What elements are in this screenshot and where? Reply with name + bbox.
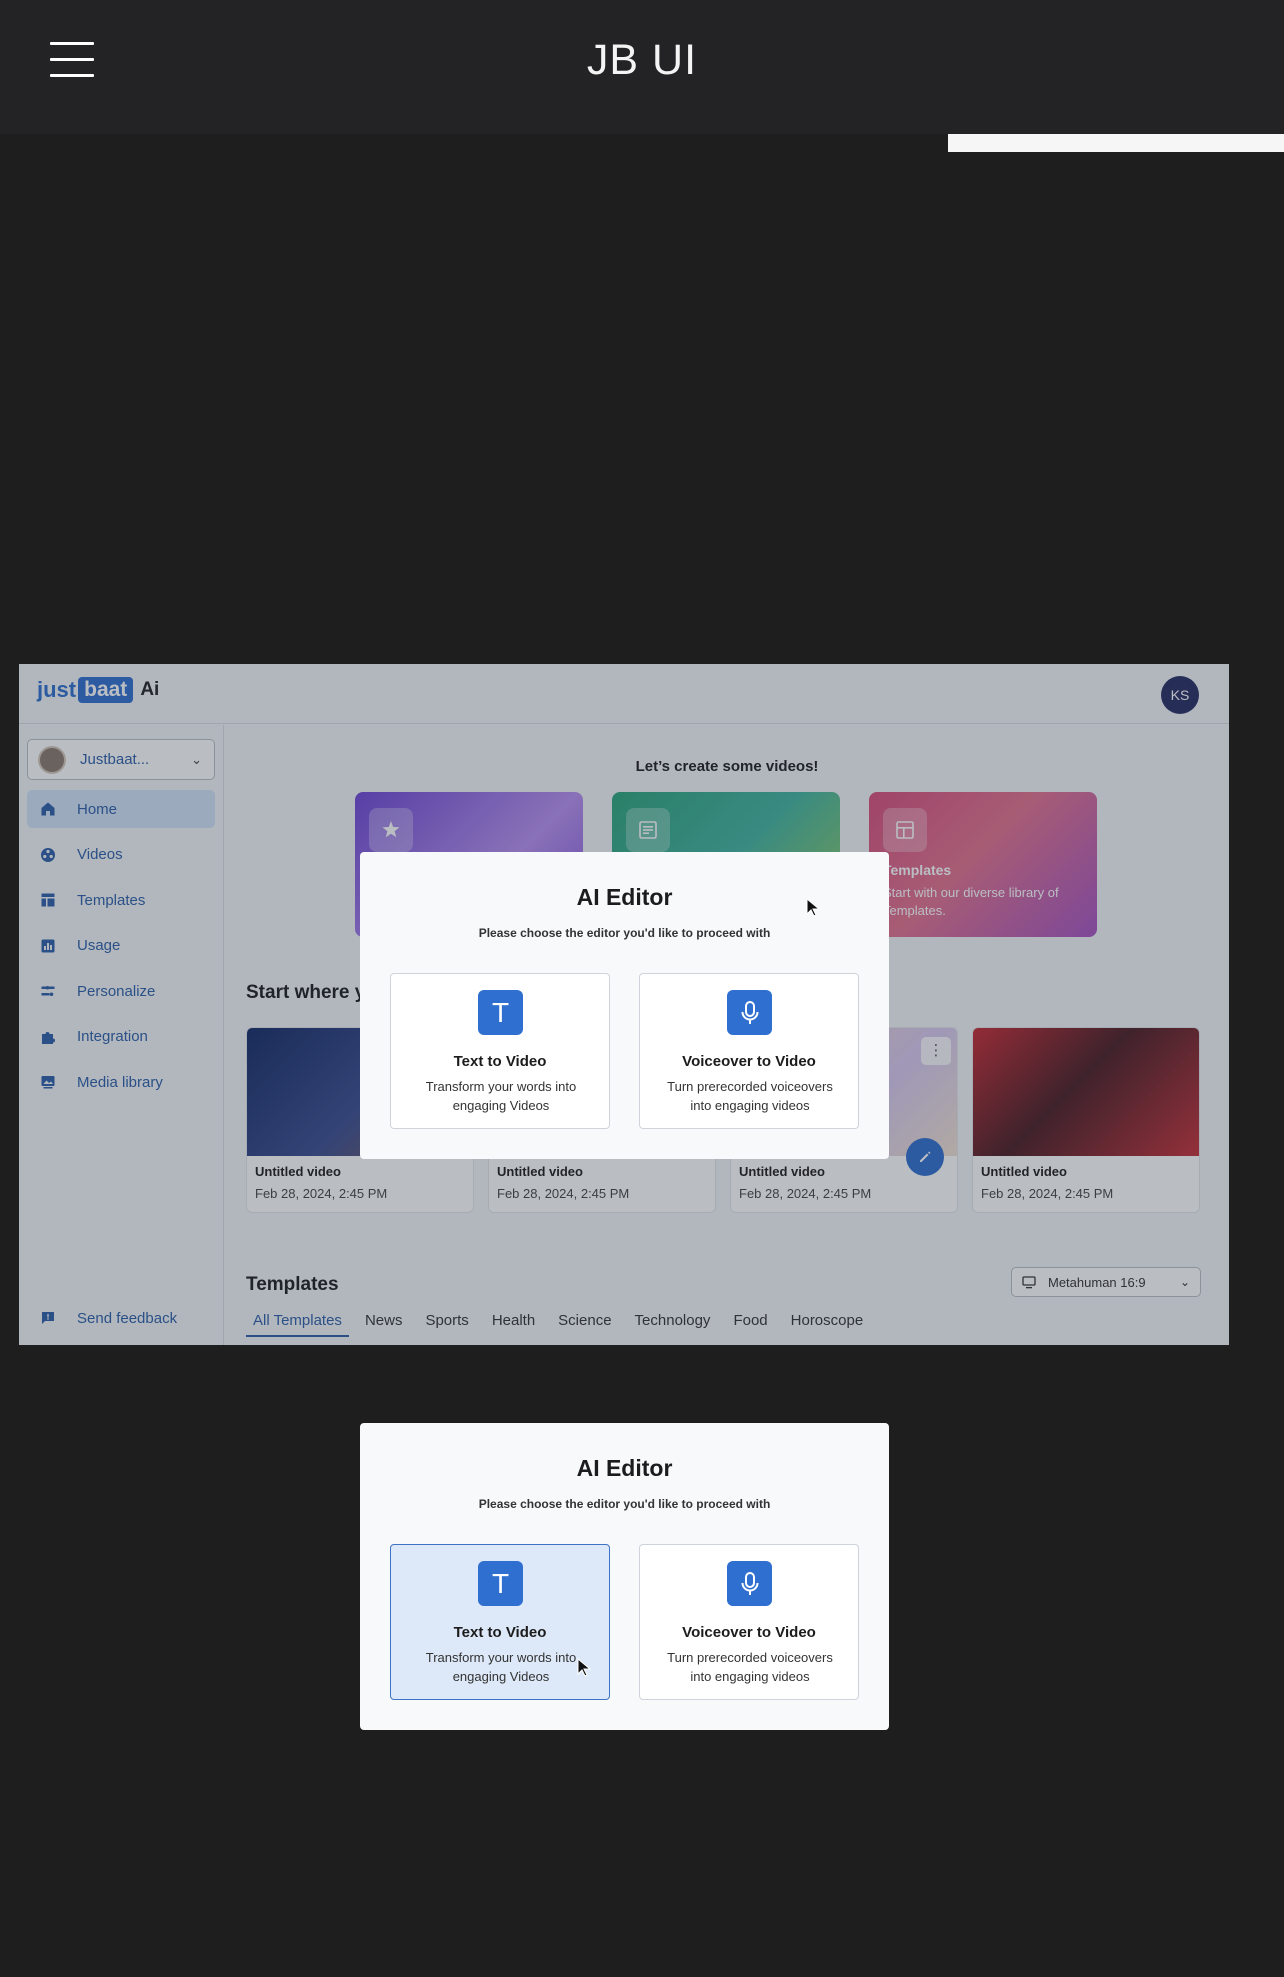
microphone-icon	[727, 1561, 772, 1606]
modal-subtitle: Please choose the editor you'd like to p…	[478, 926, 771, 940]
option-title: Voiceover to Video	[682, 1053, 816, 1070]
modal-subtitle: Please choose the editor you'd like to p…	[478, 1497, 771, 1511]
ai-editor-modal-hover: AI Editor Please choose the editor you'd…	[360, 1423, 889, 1730]
ai-editor-modal: AI Editor Please choose the editor you'd…	[360, 852, 889, 1159]
text-to-video-option[interactable]: T Text to Video Transform your words int…	[390, 973, 610, 1129]
text-t-icon: T	[478, 1561, 523, 1606]
text-t-icon: T	[478, 990, 523, 1035]
modal-title: AI Editor	[576, 1455, 673, 1481]
option-description: Transform your words into engaging Video…	[425, 1650, 577, 1684]
app-screen-capture: just baat Ai KS Justbaat... ⌄ Home Video…	[19, 664, 1229, 1345]
voiceover-to-video-option[interactable]: Voiceover to Video Turn prerecorded voic…	[639, 1544, 859, 1700]
progress-strip	[948, 134, 1284, 152]
option-description: Turn prerecorded voiceovers into engagin…	[667, 1650, 833, 1684]
top-app-bar: JB UI	[0, 0, 1284, 134]
mouse-cursor-icon	[577, 1658, 592, 1677]
microphone-icon	[727, 990, 772, 1035]
option-title: Text to Video	[453, 1053, 547, 1070]
option-description: Transform your words into engaging Video…	[425, 1079, 577, 1113]
option-title: Text to Video	[453, 1624, 547, 1641]
option-description: Turn prerecorded voiceovers into engagin…	[667, 1079, 833, 1113]
app-title: JB UI	[586, 36, 698, 84]
mouse-cursor-icon	[806, 898, 821, 917]
option-title: Voiceover to Video	[682, 1624, 816, 1641]
voiceover-to-video-option[interactable]: Voiceover to Video Turn prerecorded voic…	[639, 973, 859, 1129]
